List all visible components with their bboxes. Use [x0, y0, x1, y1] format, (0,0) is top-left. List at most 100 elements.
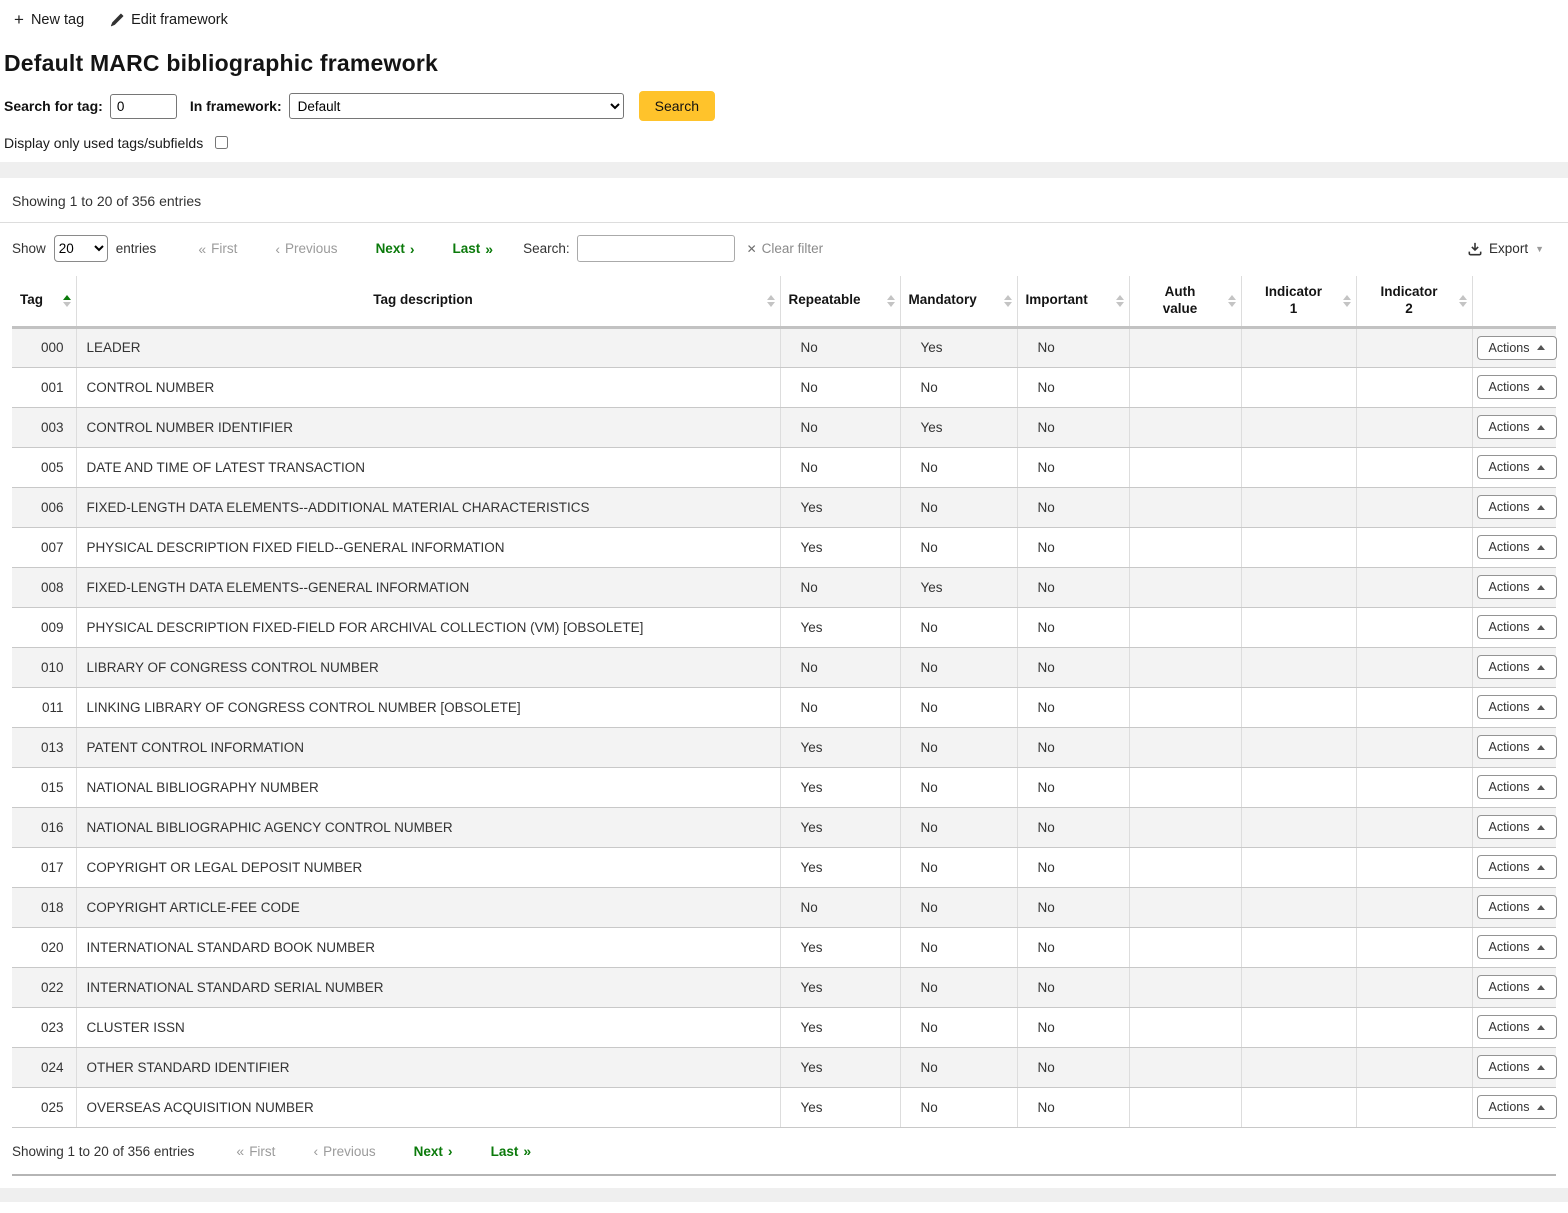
table-info-top: Showing 1 to 20 of 356 entries — [0, 178, 1568, 223]
mandatory-cell: No — [900, 367, 1017, 407]
column-header-indicator-2[interactable]: Indicator 2 — [1356, 276, 1472, 327]
actions-cell: Actions — [1472, 727, 1556, 767]
pencil-icon — [110, 13, 124, 27]
tag-cell: 023 — [12, 1007, 76, 1047]
last-page-button[interactable]: Last » — [491, 1144, 532, 1159]
repeatable-cell: No — [780, 327, 900, 367]
search-button[interactable]: Search — [639, 91, 715, 121]
column-header-label: Auth value — [1150, 284, 1210, 318]
entries-label: entries — [116, 241, 157, 256]
display-only-checkbox[interactable] — [215, 136, 228, 149]
next-page-button[interactable]: Next › — [414, 1144, 453, 1159]
actions-cell: Actions — [1472, 1087, 1556, 1127]
column-header-indicator-1[interactable]: Indicator 1 — [1241, 276, 1356, 327]
tag-description-cell: CONTROL NUMBER — [76, 367, 780, 407]
actions-button[interactable]: Actions — [1477, 855, 1557, 879]
repeatable-cell: No — [780, 647, 900, 687]
caret-up-icon — [1537, 905, 1545, 910]
tag-description-cell: NATIONAL BIBLIOGRAPHIC AGENCY CONTROL NU… — [76, 807, 780, 847]
mandatory-cell: No — [900, 927, 1017, 967]
caret-up-icon — [1537, 345, 1545, 350]
edit-framework-label: Edit framework — [131, 12, 228, 28]
table-filter-input[interactable] — [577, 235, 735, 262]
actions-button[interactable]: Actions — [1477, 935, 1557, 959]
new-tag-button[interactable]: + New tag — [14, 11, 84, 28]
close-icon: ✕ — [747, 242, 757, 256]
tag-cell: 009 — [12, 607, 76, 647]
first-page-button[interactable]: « First — [236, 1144, 275, 1159]
actions-button[interactable]: Actions — [1477, 775, 1557, 799]
actions-button[interactable]: Actions — [1477, 1095, 1557, 1119]
next-page-button[interactable]: Next › — [376, 241, 415, 256]
indicator1-cell — [1241, 847, 1356, 887]
repeatable-cell: Yes — [780, 847, 900, 887]
actions-button[interactable]: Actions — [1477, 535, 1557, 559]
toolbar: + New tag Edit framework — [0, 0, 1568, 34]
actions-button[interactable]: Actions — [1477, 1015, 1557, 1039]
mandatory-cell: No — [900, 527, 1017, 567]
important-cell: No — [1017, 1047, 1129, 1087]
repeatable-cell: Yes — [780, 1087, 900, 1127]
column-header-important[interactable]: Important — [1017, 276, 1129, 327]
actions-button[interactable]: Actions — [1477, 895, 1557, 919]
column-header-tag-description[interactable]: Tag description — [76, 276, 780, 327]
indicator1-cell — [1241, 527, 1356, 567]
actions-button[interactable]: Actions — [1477, 615, 1557, 639]
actions-cell: Actions — [1472, 607, 1556, 647]
tag-cell: 022 — [12, 967, 76, 1007]
actions-button[interactable]: Actions — [1477, 375, 1557, 399]
actions-button[interactable]: Actions — [1477, 695, 1557, 719]
actions-button[interactable]: Actions — [1477, 575, 1557, 599]
results-panel: Showing 1 to 20 of 356 entries Show 20 e… — [0, 178, 1568, 1176]
first-page-button[interactable]: « First — [198, 241, 237, 256]
indicator2-cell — [1356, 447, 1472, 487]
actions-button[interactable]: Actions — [1477, 655, 1557, 679]
actions-button-label: Actions — [1489, 500, 1530, 514]
export-button[interactable]: Export ▼ — [1468, 241, 1544, 256]
column-header-tag[interactable]: Tag — [12, 276, 76, 327]
column-header-auth-value[interactable]: Auth value — [1129, 276, 1241, 327]
indicator2-cell — [1356, 607, 1472, 647]
clear-filter-button[interactable]: ✕ Clear filter — [747, 241, 824, 256]
caret-up-icon — [1537, 745, 1545, 750]
indicator1-cell — [1241, 727, 1356, 767]
edit-framework-button[interactable]: Edit framework — [110, 12, 228, 28]
tag-description-cell: COPYRIGHT OR LEGAL DEPOSIT NUMBER — [76, 847, 780, 887]
auth-value-cell — [1129, 327, 1241, 367]
last-page-button[interactable]: Last » — [453, 241, 494, 256]
table-row: 000LEADERNoYesNoActions — [12, 327, 1556, 367]
actions-button-label: Actions — [1489, 620, 1530, 634]
plus-icon: + — [14, 11, 24, 28]
actions-button[interactable]: Actions — [1477, 735, 1557, 759]
column-header-label: Important — [1026, 292, 1088, 307]
caret-up-icon — [1537, 825, 1545, 830]
actions-button-label: Actions — [1489, 700, 1530, 714]
indicator1-cell — [1241, 687, 1356, 727]
indicator1-cell — [1241, 367, 1356, 407]
actions-button[interactable]: Actions — [1477, 975, 1557, 999]
actions-button[interactable]: Actions — [1477, 455, 1557, 479]
actions-button[interactable]: Actions — [1477, 1055, 1557, 1079]
previous-page-button[interactable]: ‹ Previous — [313, 1144, 375, 1159]
actions-button[interactable]: Actions — [1477, 815, 1557, 839]
repeatable-cell: Yes — [780, 767, 900, 807]
tag-description-cell: INTERNATIONAL STANDARD BOOK NUMBER — [76, 927, 780, 967]
auth-value-cell — [1129, 847, 1241, 887]
repeatable-cell: Yes — [780, 927, 900, 967]
tag-cell: 006 — [12, 487, 76, 527]
tag-description-cell: FIXED-LENGTH DATA ELEMENTS--ADDITIONAL M… — [76, 487, 780, 527]
display-only-row: Display only used tags/subfields — [0, 133, 1568, 152]
column-header-mandatory[interactable]: Mandatory — [900, 276, 1017, 327]
actions-button[interactable]: Actions — [1477, 415, 1557, 439]
tag-search-input[interactable] — [110, 94, 177, 119]
actions-button[interactable]: Actions — [1477, 336, 1557, 360]
actions-cell: Actions — [1472, 767, 1556, 807]
caret-up-icon — [1537, 865, 1545, 870]
repeatable-cell: Yes — [780, 967, 900, 1007]
previous-page-button[interactable]: ‹ Previous — [275, 241, 337, 256]
indicator2-cell — [1356, 367, 1472, 407]
column-header-repeatable[interactable]: Repeatable — [780, 276, 900, 327]
entries-select[interactable]: 20 — [54, 235, 108, 262]
framework-select[interactable]: Default — [289, 93, 624, 119]
actions-button[interactable]: Actions — [1477, 495, 1557, 519]
